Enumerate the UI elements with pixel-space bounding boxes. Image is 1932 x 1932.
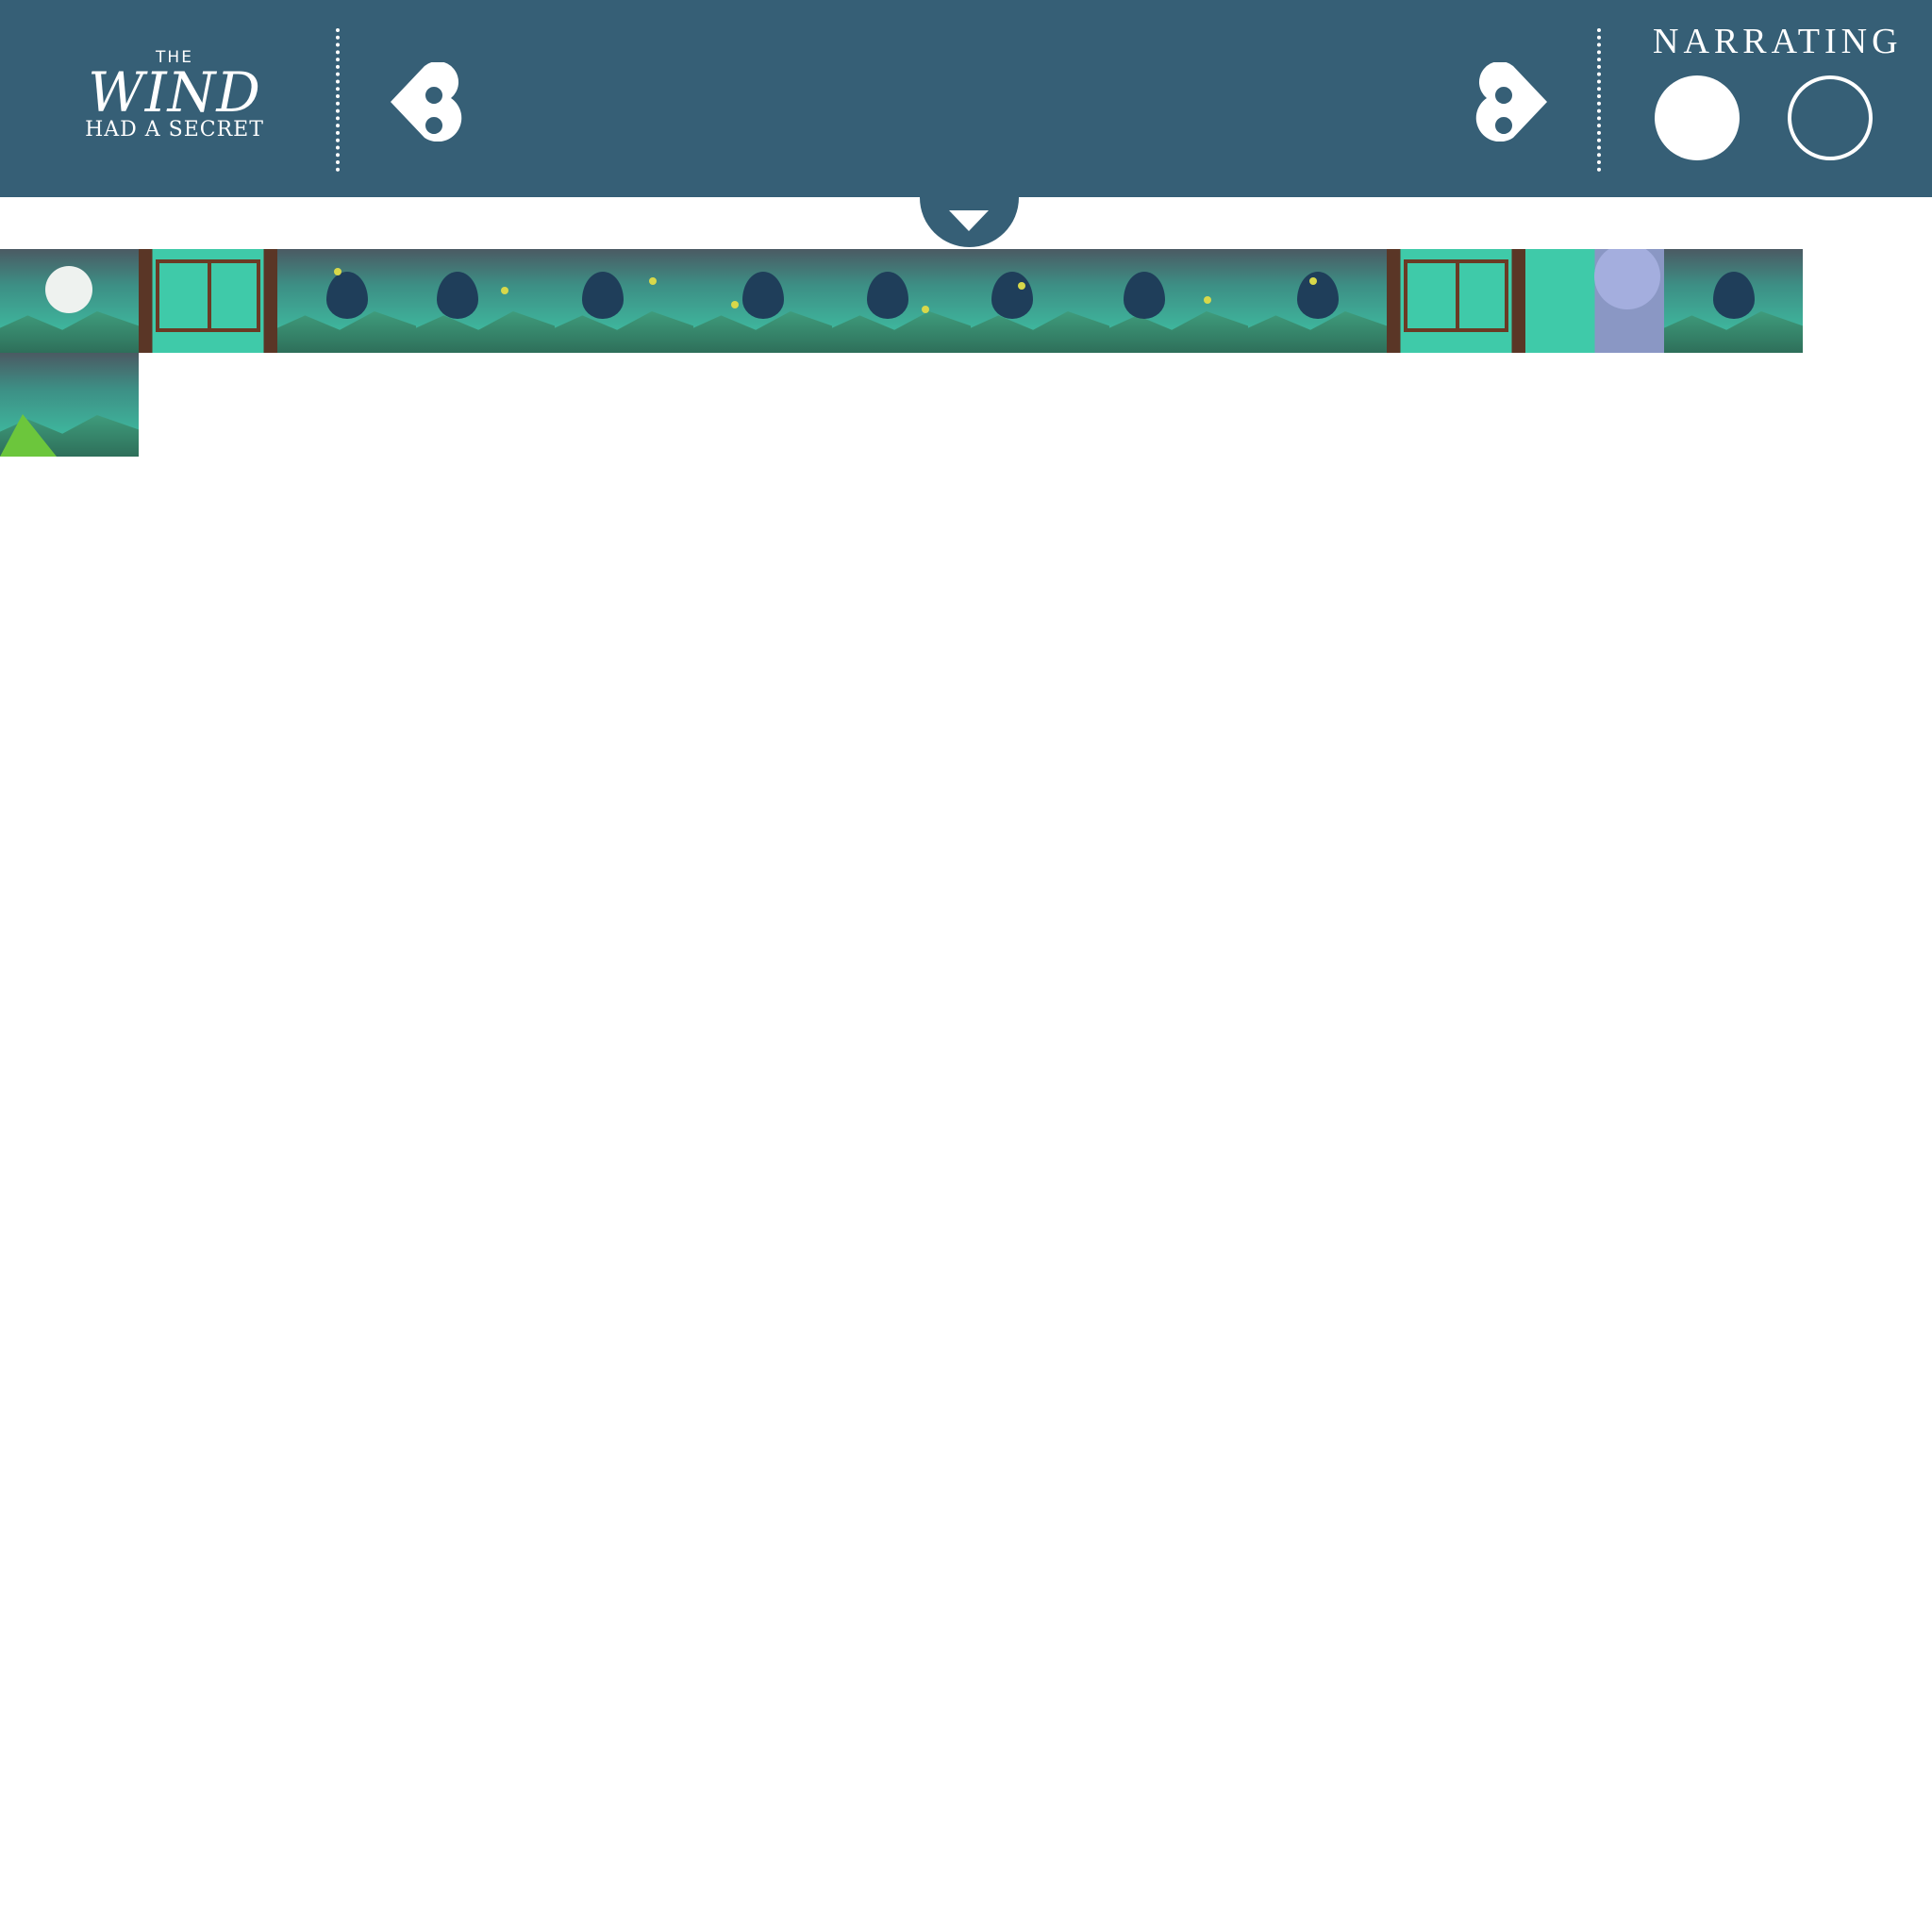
narrating-off-toggle[interactable] bbox=[1788, 75, 1873, 160]
page-thumbnail-8[interactable] bbox=[971, 249, 1109, 353]
heart-arrow-left-icon bbox=[391, 60, 462, 142]
divider-right bbox=[1597, 28, 1601, 172]
logo-subtitle: HAD A SECRET bbox=[85, 118, 264, 142]
heart-arrow-right-icon bbox=[1475, 60, 1547, 142]
page-thumbnail-3[interactable] bbox=[277, 249, 416, 353]
previous-page-button[interactable] bbox=[389, 60, 464, 142]
narrating-on-toggle[interactable] bbox=[1655, 75, 1740, 160]
app-logo: THE WIND HAD A SECRET bbox=[66, 49, 283, 153]
page-thumbnail-13[interactable] bbox=[1664, 249, 1803, 353]
page-thumbnail-14[interactable] bbox=[0, 353, 139, 457]
page-thumbnail-7[interactable] bbox=[832, 249, 971, 353]
page-thumbnail-9[interactable] bbox=[1109, 249, 1248, 353]
page-thumbnail-5[interactable] bbox=[555, 249, 693, 353]
logo-wind: WIND bbox=[88, 60, 261, 125]
page-thumbnail-2[interactable] bbox=[139, 249, 277, 353]
page-thumbnail-6[interactable] bbox=[693, 249, 832, 353]
chevron-down-icon bbox=[949, 210, 989, 231]
page-thumbnail-10[interactable] bbox=[1248, 249, 1387, 353]
page-thumbnail-11[interactable] bbox=[1387, 249, 1525, 353]
page-thumbnail-4[interactable] bbox=[416, 249, 555, 353]
narrating-label: NARRATING bbox=[1653, 22, 1903, 61]
divider-left bbox=[336, 28, 340, 172]
next-page-button[interactable] bbox=[1474, 60, 1549, 142]
page-drawer-tab[interactable] bbox=[920, 197, 1019, 247]
top-bar: THE WIND HAD A SECRET NARRATING bbox=[0, 0, 1932, 197]
page-thumbnail-12[interactable] bbox=[1525, 249, 1664, 353]
page-thumbnail-1[interactable] bbox=[0, 249, 139, 353]
